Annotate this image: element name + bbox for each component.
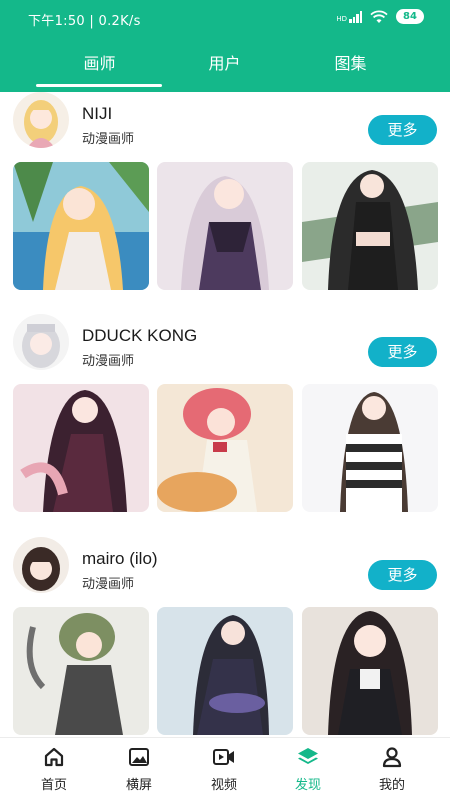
artwork-thumbnail[interactable] <box>302 607 438 735</box>
artist-name: NIJI <box>82 104 113 123</box>
artwork-thumbnail[interactable] <box>13 162 149 290</box>
artist-card-niji: NIJI 动漫画师 更多 <box>0 92 450 314</box>
tab-indicator <box>36 84 162 87</box>
tab-users[interactable]: 用户 <box>162 50 287 74</box>
nav-discover[interactable]: 发现 <box>268 746 348 793</box>
landscape-image-icon <box>129 748 149 766</box>
nav-label: 首页 <box>40 778 67 793</box>
artwork-thumbnail[interactable] <box>302 162 438 290</box>
artwork-thumbnail[interactable] <box>157 384 293 512</box>
status-bar: 下午1:50 | 0.2K/s HD 84 <box>0 0 450 36</box>
network-label: HD <box>336 14 347 23</box>
artwork-thumbnail[interactable] <box>302 384 438 512</box>
tab-albums[interactable]: 图集 <box>288 50 413 74</box>
artwork-thumbnail[interactable] <box>13 607 149 735</box>
status-time: 下午1:50 | 0.2K/s <box>28 14 141 29</box>
nav-profile[interactable]: 我的 <box>352 746 432 793</box>
artist-role: 动漫画师 <box>82 132 135 147</box>
wifi-icon <box>370 10 388 23</box>
user-icon <box>382 747 402 768</box>
artwork-thumbnail[interactable] <box>157 607 293 735</box>
nav-landscape[interactable]: 横屏 <box>99 746 179 793</box>
artist-name: DDUCK KONG <box>82 326 198 345</box>
nav-label: 横屏 <box>125 778 152 793</box>
artist-card-mairo: mairo (ilo) 动漫画师 更多 <box>0 537 450 737</box>
layers-icon <box>298 748 318 764</box>
nav-label: 我的 <box>378 778 405 793</box>
battery-icon: 84 <box>396 9 424 24</box>
artwork-thumbnail[interactable] <box>13 384 149 512</box>
avatar[interactable] <box>13 92 69 148</box>
home-icon <box>44 747 64 767</box>
artist-card-dduck-kong: DDUCK KONG 动漫画师 更多 <box>0 314 450 536</box>
tab-painters[interactable]: 画师 <box>37 50 162 74</box>
avatar[interactable] <box>13 537 69 593</box>
artist-role: 动漫画师 <box>82 354 135 369</box>
top-tabs: 画师 用户 图集 <box>0 36 450 92</box>
artist-list[interactable]: NIJI 动漫画师 更多 DDUCK KONG 动漫画师 更多 mairo (i… <box>0 92 450 737</box>
more-button[interactable]: 更多 <box>368 337 437 367</box>
avatar[interactable] <box>13 314 69 370</box>
app-screen: 下午1:50 | 0.2K/s HD 84 画师 用户 图集 NIJI 动漫画师… <box>0 0 450 800</box>
app-header: 下午1:50 | 0.2K/s HD 84 画师 用户 图集 <box>0 0 450 92</box>
status-icons: HD 84 <box>336 9 424 24</box>
bottom-nav: 首页 横屏 视频 发现 我的 <box>0 737 450 800</box>
more-button[interactable]: 更多 <box>368 560 437 590</box>
artist-name: mairo (ilo) <box>82 549 158 568</box>
nav-home[interactable]: 首页 <box>14 746 94 793</box>
nav-video[interactable]: 视频 <box>184 746 264 793</box>
artist-role: 动漫画师 <box>82 577 135 592</box>
artwork-thumbnail[interactable] <box>157 162 293 290</box>
more-button[interactable]: 更多 <box>368 115 437 145</box>
nav-label: 发现 <box>294 778 321 793</box>
nav-label: 视频 <box>210 778 237 793</box>
video-icon <box>213 749 234 765</box>
signal-icon: HD <box>336 10 362 23</box>
